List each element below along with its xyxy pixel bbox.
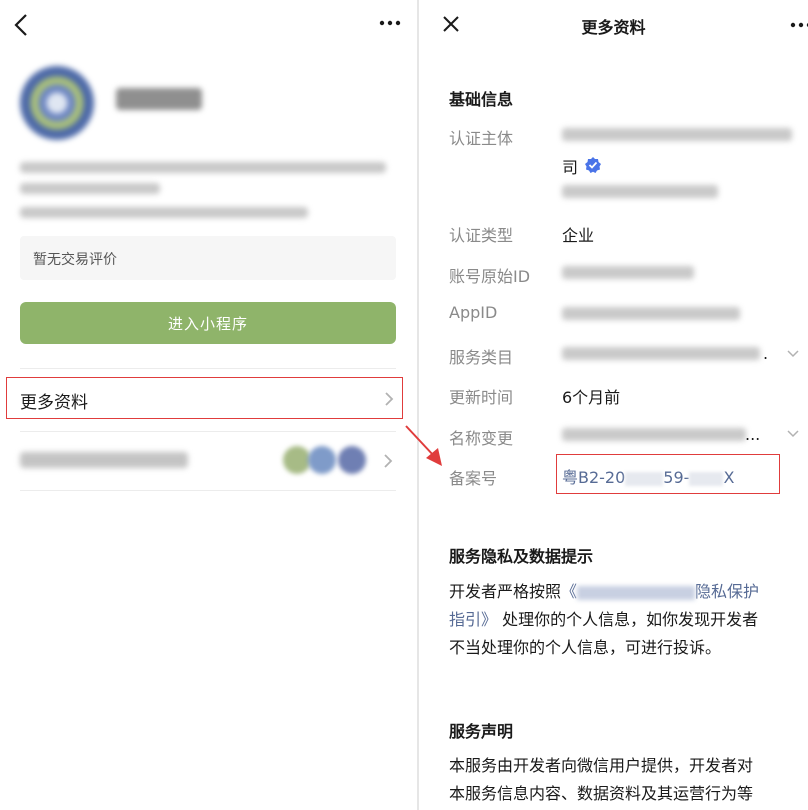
related-app-avatar bbox=[283, 446, 311, 474]
privacy-line-1: 开发者严格按照《 隐私保护 bbox=[449, 582, 760, 601]
page-title: 更多资料 bbox=[581, 18, 646, 37]
more-info-pane: 更多资料 基础信息 认证主体 司 认证类型 企业 账号原始ID AppID 服务… bbox=[419, 0, 808, 810]
subject-value-tail: 司 bbox=[562, 158, 579, 177]
more-icon[interactable] bbox=[378, 18, 402, 28]
red-arrow-icon bbox=[405, 425, 442, 466]
description-redacted-line bbox=[20, 183, 160, 194]
subject-extra-redacted bbox=[562, 185, 718, 198]
subject-label: 认证主体 bbox=[449, 129, 514, 148]
beian-number-value: 粤B2-20 59- X bbox=[562, 468, 735, 487]
rename-ellipsis: ... bbox=[745, 425, 761, 444]
related-app-avatar bbox=[338, 446, 366, 474]
description-redacted-line bbox=[20, 162, 386, 173]
related-app-avatar bbox=[308, 446, 336, 474]
basic-info-section-title: 基础信息 bbox=[449, 90, 514, 109]
chevron-down-icon[interactable] bbox=[787, 350, 799, 358]
divider bbox=[20, 368, 396, 369]
chevron-right-icon bbox=[385, 392, 394, 406]
category-label: 服务类目 bbox=[449, 348, 514, 367]
appid-label: AppID bbox=[449, 303, 498, 322]
beian-number-box[interactable]: 粤B2-20 59- X bbox=[556, 454, 780, 494]
subject-value-redacted bbox=[562, 128, 792, 141]
statement-paragraph: 本服务由开发者向微信用户提供，开发者对 本服务信息内容、数据资料及其运营行为等 bbox=[449, 752, 797, 808]
privacy-paragraph: 开发者严格按照《 隐私保护 指引》 处理你的个人信息，如你发现开发者 不当处理你的… bbox=[449, 578, 797, 662]
chevron-right-icon bbox=[384, 454, 393, 468]
review-placeholder-text: 暂无交易评价 bbox=[33, 252, 117, 268]
beian-label: 备案号 bbox=[449, 469, 498, 488]
privacy-line-3: 不当处理你的个人信息，可进行投诉。 bbox=[449, 638, 722, 657]
privacy-section-title: 服务隐私及数据提示 bbox=[449, 547, 594, 566]
privacy-guide-link-end[interactable]: 指引》 bbox=[449, 610, 497, 629]
more-icon[interactable] bbox=[789, 20, 808, 30]
privacy-line-2: 指引》 处理你的个人信息，如你发现开发者 bbox=[449, 610, 759, 629]
rename-value-redacted bbox=[562, 428, 746, 441]
update-time-label: 更新时间 bbox=[449, 388, 514, 407]
privacy-guide-link[interactable]: 《隐私保护 bbox=[561, 582, 759, 601]
statement-line-1: 本服务由开发者向微信用户提供，开发者对 bbox=[449, 756, 754, 775]
more-info-row[interactable]: 更多资料 bbox=[6, 377, 403, 419]
appid-redacted[interactable] bbox=[562, 307, 740, 320]
category-value-redacted bbox=[562, 347, 760, 360]
mini-program-name-redacted bbox=[116, 88, 202, 110]
chevron-down-icon[interactable] bbox=[787, 430, 799, 438]
update-time-value: 6个月前 bbox=[562, 388, 621, 407]
related-mini-programs-redacted[interactable] bbox=[20, 452, 188, 468]
statement-section-title: 服务声明 bbox=[449, 722, 514, 741]
developer-redacted-line bbox=[20, 207, 308, 218]
divider bbox=[20, 431, 396, 432]
rename-label: 名称变更 bbox=[449, 429, 514, 448]
original-id-redacted bbox=[562, 266, 694, 279]
mini-program-profile-pane: 暂无交易评价 进入小程序 更多资料 bbox=[0, 0, 417, 810]
original-id-label: 账号原始ID bbox=[449, 267, 531, 286]
transaction-review-box: 暂无交易评价 bbox=[20, 236, 396, 280]
statement-line-2: 本服务信息内容、数据资料及其运营行为等 bbox=[449, 784, 754, 803]
type-value: 企业 bbox=[562, 226, 595, 245]
back-icon[interactable] bbox=[10, 11, 34, 39]
type-label: 认证类型 bbox=[449, 226, 514, 245]
enter-mini-program-button[interactable]: 进入小程序 bbox=[20, 302, 396, 344]
mini-program-avatar bbox=[20, 66, 94, 140]
more-info-label: 更多资料 bbox=[20, 393, 88, 413]
divider bbox=[20, 490, 396, 491]
category-ellipsis: . bbox=[763, 344, 769, 363]
verified-icon bbox=[585, 157, 601, 173]
